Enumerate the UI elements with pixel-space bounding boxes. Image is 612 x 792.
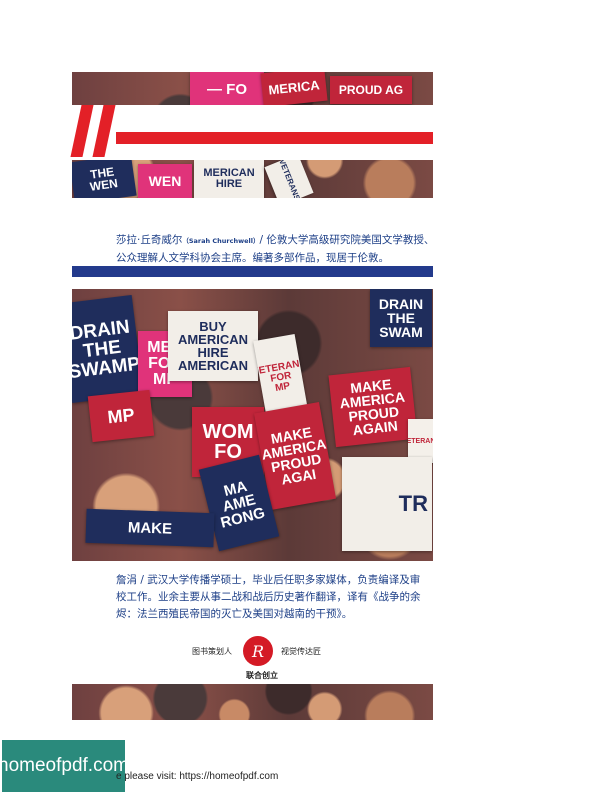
top-sign-5: WEN xyxy=(138,164,192,198)
watermark-box[interactable]: homeofpdf.com xyxy=(0,740,129,792)
band-slash xyxy=(70,105,94,157)
band-slash xyxy=(92,105,116,157)
main-sign-3: BUY AMERICAN HIRE AMERICAN xyxy=(168,311,258,381)
band-stripe xyxy=(116,132,433,144)
main-sign-13: TR xyxy=(342,457,432,551)
watermark-text: homeofpdf.com xyxy=(0,755,129,776)
main-sign-6: MP xyxy=(87,389,155,443)
main-sign-1: DRAIN THE SWAMP xyxy=(72,294,144,404)
blue-rule xyxy=(72,266,433,277)
translator-bio-line-2: 校工作。业余主要从事二战和战后历史著作翻译，译有《战争的余 xyxy=(116,591,421,603)
author-name: 莎拉·丘奇威尔 xyxy=(116,234,183,246)
author-bio-line-2: 公众理解人文学科协会主席。编著多部作品，现居于伦敦。 xyxy=(116,252,389,264)
footer-link-text[interactable]: e please visit: https://homeofpdf.com xyxy=(116,771,278,782)
main-sign-9: MAKE AMERICA PROUD AGAIN xyxy=(328,366,418,448)
translator-bio: 詹涓 / 武汉大学传播学硕士，毕业后任职多家媒体，负责编译及审 校工作。业余主要… xyxy=(116,572,436,623)
main-photo: DRAIN THE SWAMP MEN FOR MP BUY AMERICAN … xyxy=(72,289,433,561)
publisher-logo-icon: R xyxy=(243,636,273,666)
translator-bio-line-3: 烬：法兰西殖民帝国的灭亡及美国对越南的干预》。 xyxy=(116,608,353,620)
author-name-en: （Sarah Churchwell） xyxy=(182,237,260,245)
top-sign-6: MERICAN HIRE xyxy=(194,160,264,198)
author-bio-line-1: 莎拉·丘奇威尔（Sarah Churchwell）/ 伦敦大学高级研究院美国文学… xyxy=(116,232,436,250)
main-sign-5: DRAIN THE SWAM xyxy=(370,289,432,347)
top-sign-1: — FO xyxy=(190,72,264,106)
translator-bio-line-1: 詹涓 / 武汉大学传播学硕士，毕业后任职多家媒体，负责编译及审 xyxy=(116,574,421,586)
main-sign-12: MAKE xyxy=(85,508,215,548)
top-sign-3: PROUD AG xyxy=(330,76,412,104)
flag-band xyxy=(70,105,433,160)
publisher-right-label: 视觉传达匠 xyxy=(281,647,321,656)
crowd-background xyxy=(72,684,433,720)
bottom-photo xyxy=(72,684,433,720)
publisher-center-label: 联合创立 xyxy=(246,670,278,680)
author-desc: / 伦敦大学高级研究院美国文学教授、 xyxy=(259,234,435,246)
author-bio: 莎拉·丘奇威尔（Sarah Churchwell）/ 伦敦大学高级研究院美国文学… xyxy=(116,232,436,267)
top-sign-4: THE WEN xyxy=(72,153,137,198)
publisher-left-label: 图书策划人 xyxy=(192,647,232,656)
